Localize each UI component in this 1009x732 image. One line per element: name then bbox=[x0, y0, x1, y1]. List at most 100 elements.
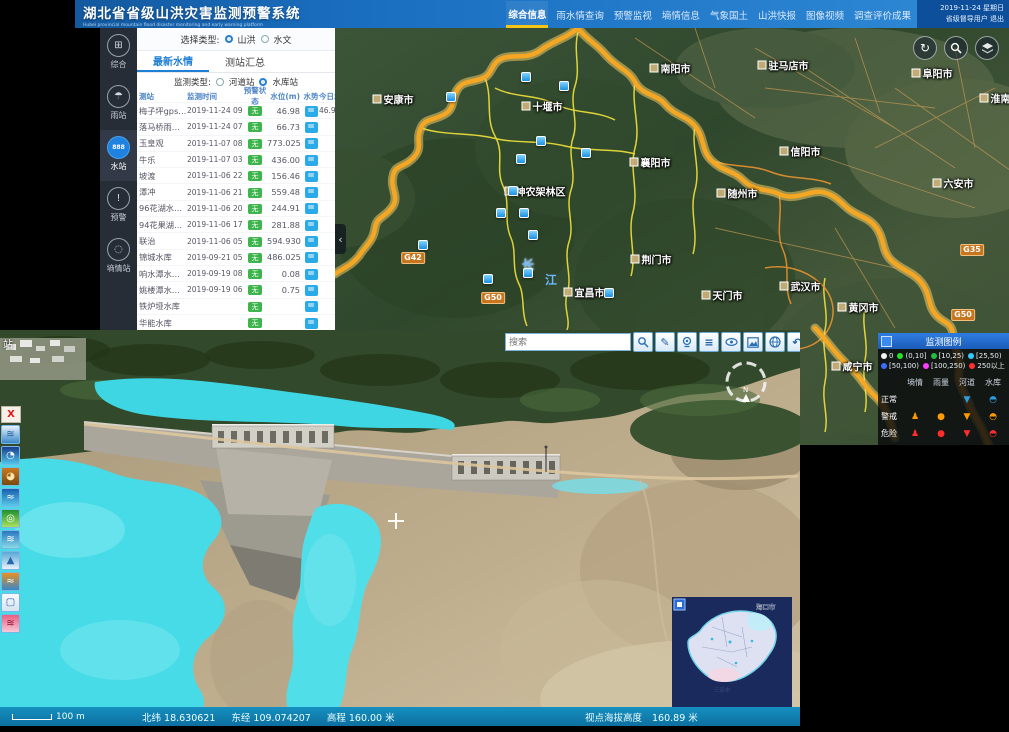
search-input[interactable] bbox=[505, 333, 631, 351]
city-label-zhumadian: 驻马店市 bbox=[758, 58, 809, 73]
scale-line bbox=[12, 714, 52, 720]
left-sidebar: ⊞ 综合 ☂ 雨站 888 水站 ! 预警 ◌ 墒情站 bbox=[100, 28, 137, 330]
table-row[interactable]: 潭冲2019-11-06 21无559.48= bbox=[137, 183, 335, 199]
city-label-luan: 六安市 bbox=[933, 176, 974, 191]
globe-button[interactable] bbox=[765, 332, 785, 352]
search-button[interactable] bbox=[633, 332, 653, 352]
radio-mountain-flood[interactable] bbox=[225, 35, 233, 43]
latitude-readout: 北纬 18.630621 bbox=[142, 710, 215, 724]
table-row[interactable]: 牛乐2019-11-07 03无436.00= bbox=[137, 151, 335, 167]
water-marker[interactable] bbox=[559, 81, 569, 91]
water-marker[interactable] bbox=[516, 154, 526, 164]
table-row[interactable]: 铁炉垭水库无= bbox=[137, 298, 335, 314]
user-text[interactable]: 省级督导用户 退出 bbox=[917, 14, 1004, 25]
sidebar-item-comprehensive[interactable]: ⊞ 综合 bbox=[100, 28, 137, 79]
city-icon bbox=[631, 255, 640, 264]
nav-item-image-video[interactable]: 图像视频 bbox=[804, 2, 846, 26]
city-icon bbox=[564, 288, 573, 297]
table-row[interactable]: 联治2019-11-06 05无594.930= bbox=[137, 232, 335, 248]
view-button[interactable] bbox=[721, 332, 741, 352]
table-row[interactable]: 响水潭水库(...2019-09-19 08无0.08= bbox=[137, 265, 335, 281]
table-row[interactable]: 96花湖水位...2019-11-06 20无244.91= bbox=[137, 200, 335, 216]
water-marker[interactable] bbox=[581, 148, 591, 158]
table-row[interactable]: 锦城水库2019-09-21 05无486.025= bbox=[137, 249, 335, 265]
close-button[interactable]: X bbox=[1, 406, 21, 423]
table-row[interactable]: 坡渡2019-11-06 22无156.46= bbox=[137, 167, 335, 183]
radio-reservoir-station-label[interactable]: 水库站 bbox=[272, 76, 298, 88]
sidebar-item-water-station[interactable]: 888 水站 bbox=[100, 130, 137, 181]
nav-item-soil-moisture[interactable]: 墒情信息 bbox=[660, 2, 702, 26]
radio-mountain-flood-label[interactable]: 山洪 bbox=[238, 33, 256, 46]
flow-effect-button[interactable]: ≋ bbox=[1, 614, 20, 633]
nav-item-comprehensive[interactable]: 综合信息 bbox=[506, 1, 548, 28]
legend-title-bar[interactable]: 监测图例 bbox=[878, 333, 1009, 349]
inset-overview-map[interactable]: 海口市 三亚市 bbox=[672, 597, 792, 707]
table-row[interactable]: 梅子坪gps站...2019-11-24 09无46.98=46.99 bbox=[137, 102, 335, 118]
sidebar-item-rain-station[interactable]: ☂ 雨站 bbox=[100, 79, 137, 130]
rain-effect-button[interactable]: ≋ bbox=[1, 425, 20, 444]
water-marker[interactable] bbox=[523, 268, 533, 278]
splash-effect-button[interactable]: ≋ bbox=[1, 530, 20, 549]
table-row[interactable]: 华能水库无= bbox=[137, 314, 335, 330]
water-marker[interactable] bbox=[519, 208, 529, 218]
frame-effect-button[interactable]: ▢ bbox=[1, 593, 20, 612]
radio-river-station[interactable] bbox=[216, 78, 224, 86]
terrain-icon: ▲ bbox=[7, 555, 15, 566]
city-label-suizhou: 随州市 bbox=[717, 186, 758, 201]
nav-item-flood-bulletin[interactable]: 山洪快报 bbox=[756, 2, 798, 26]
water-marker[interactable] bbox=[496, 208, 506, 218]
list-button[interactable]: ≡ bbox=[699, 332, 719, 352]
sidebar-item-warning[interactable]: ! 预警 bbox=[100, 181, 137, 232]
water-marker[interactable] bbox=[446, 92, 456, 102]
snapshot-button[interactable] bbox=[743, 332, 763, 352]
table-row[interactable]: 94花果湖水...2019-11-06 17无281.88= bbox=[137, 216, 335, 232]
table-row[interactable]: 落马桥雨量...2019-11-24 07无66.73= bbox=[137, 118, 335, 134]
waves-effect-button[interactable]: ≈ bbox=[1, 488, 20, 507]
radar-effect-button[interactable]: ◎ bbox=[1, 509, 20, 528]
trend-badge: = bbox=[305, 318, 318, 329]
water-marker[interactable] bbox=[418, 240, 428, 250]
radio-hydrology-label[interactable]: 水文 bbox=[274, 33, 292, 46]
reservoir-gauge-icon: ◓ bbox=[989, 429, 997, 439]
flood-effect-button[interactable]: ≈ bbox=[1, 572, 20, 591]
rotate-button[interactable]: ↻ bbox=[913, 36, 937, 60]
date-user-display[interactable]: 2019-11-24 星期日 省级督导用户 退出 bbox=[917, 0, 1009, 28]
monitor-filter-label: 监测类型: bbox=[174, 76, 211, 88]
water-marker[interactable] bbox=[483, 274, 493, 284]
search-icon bbox=[950, 42, 962, 54]
terrain-effect-button[interactable]: ▲ bbox=[1, 551, 20, 570]
table-row[interactable]: 姚楼潭水库(...2019-09-19 06无0.75= bbox=[137, 281, 335, 297]
typhoon-effect-button[interactable]: ◔ bbox=[1, 446, 20, 465]
radio-hydrology[interactable] bbox=[261, 35, 269, 43]
water-marker[interactable] bbox=[536, 136, 546, 146]
nav-item-warning-monitor[interactable]: 预警监视 bbox=[612, 2, 654, 26]
water-marker[interactable] bbox=[604, 288, 614, 298]
trend-badge: = bbox=[305, 122, 318, 133]
sandstorm-icon: ◕ bbox=[6, 471, 15, 482]
frame-icon: ▢ bbox=[6, 597, 15, 608]
panel-collapse-button[interactable]: ‹ bbox=[335, 224, 346, 254]
river-gauge-icon: ▼ bbox=[964, 429, 971, 439]
undo-button[interactable]: ↶ bbox=[787, 332, 800, 352]
water-marker[interactable] bbox=[528, 230, 538, 240]
city-icon bbox=[780, 282, 789, 291]
station-data-panel: 选择类型: 山洪 水文 最新水情 测站汇总 监测类型: 河道站 水库站 测站 监… bbox=[137, 28, 335, 330]
sandstorm-effect-button[interactable]: ◕ bbox=[1, 467, 20, 486]
monitor-filter-row: 监测类型: 河道站 水库站 bbox=[137, 73, 335, 90]
draw-chart-button[interactable]: ✎ bbox=[655, 332, 675, 352]
water-marker[interactable] bbox=[508, 186, 518, 196]
webcam-button[interactable] bbox=[677, 332, 697, 352]
map-search-button[interactable] bbox=[944, 36, 968, 60]
sidebar-item-soil-station[interactable]: ◌ 墒情站 bbox=[100, 232, 137, 283]
viewer-3d-window[interactable]: N 站 ✎ ≡ ↶ X ≋ ◔ ◕ ≈ ◎ ≋ ▲ ≈ ▢ bbox=[0, 330, 800, 726]
table-row[interactable]: 玉皇观2019-11-07 08无773.025= bbox=[137, 135, 335, 151]
water-marker[interactable] bbox=[521, 72, 531, 82]
tab-latest-water[interactable]: 最新水情 bbox=[137, 51, 209, 72]
scale-dot bbox=[881, 353, 887, 359]
layers-button[interactable] bbox=[975, 36, 999, 60]
status-badge: 无 bbox=[248, 188, 262, 198]
tab-station-summary[interactable]: 测站汇总 bbox=[209, 51, 281, 72]
nav-item-weather-land[interactable]: 气象国土 bbox=[708, 2, 750, 26]
nav-item-rainwater[interactable]: 雨水情查询 bbox=[554, 2, 606, 26]
nav-item-survey-results[interactable]: 调查评价成果 bbox=[852, 2, 913, 26]
